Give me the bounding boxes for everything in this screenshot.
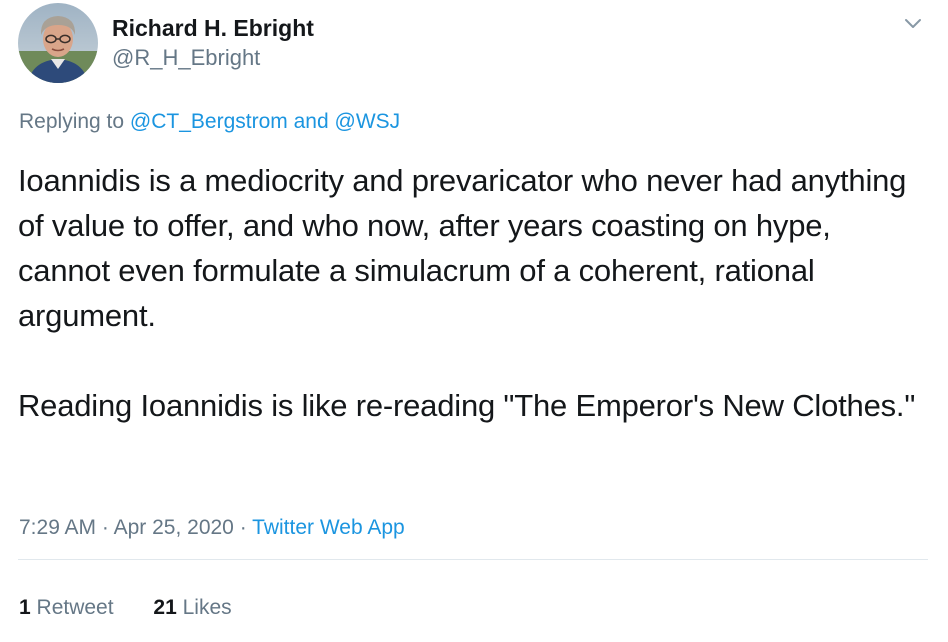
author-handle[interactable]: @R_H_Ebright [112,44,314,72]
replying-conjunction[interactable]: and [294,110,329,133]
likes-label: Likes [182,596,232,619]
retweets-stat[interactable]: 1 Retweet [19,594,114,622]
tweet-card: Richard H. Ebright @R_H_Ebright Replying… [0,0,948,642]
tweet-paragraph: Reading Ioannidis is like re-reading "Th… [18,388,916,423]
retweets-count: 1 [19,596,31,619]
chevron-down-icon[interactable] [898,12,928,36]
mention-link[interactable]: @WSJ [335,110,401,133]
mention-link[interactable]: @CT_Bergstrom [130,110,288,133]
retweets-label: Retweet [36,596,114,619]
author-block: Richard H. Ebright @R_H_Ebright [112,14,314,72]
avatar-image [18,3,98,83]
avatar[interactable] [18,3,98,83]
divider [18,559,928,560]
tweet-date[interactable]: Apr 25, 2020 [114,516,234,539]
author-display-name[interactable]: Richard H. Ebright [112,14,314,42]
tweet-metadata: 7:29 AM · Apr 25, 2020 · Twitter Web App [19,514,405,542]
replying-to-label: Replying to [19,110,125,133]
tweet-text: Ioannidis is a mediocrity and prevaricat… [18,158,928,428]
tweet-source-link[interactable]: Twitter Web App [252,516,405,539]
tweet-stats: 1 Retweet 21 Likes [19,594,266,622]
likes-stat[interactable]: 21 Likes [153,594,231,622]
meta-separator: · [101,516,109,539]
tweet-time[interactable]: 7:29 AM [19,516,96,539]
tweet-paragraph: Ioannidis is a mediocrity and prevaricat… [18,163,907,333]
meta-separator: · [239,516,247,539]
likes-count: 21 [153,596,177,619]
replying-to-line: Replying to @CT_Bergstrom and @WSJ [19,108,400,136]
